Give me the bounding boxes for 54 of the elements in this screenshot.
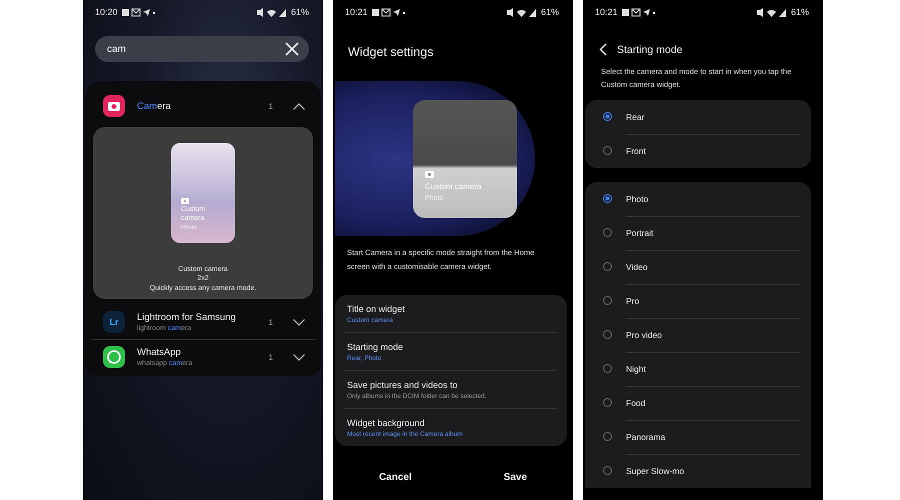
radio-button[interactable] [603, 432, 612, 442]
setting-title: Title on widget [347, 304, 406, 314]
radio-button[interactable] [603, 466, 612, 476]
radio-button[interactable] [603, 398, 612, 408]
status-icons-drawing [256, 8, 287, 16]
notification-icons-drawing [622, 8, 656, 16]
app-name: WhatsApp [137, 347, 182, 358]
back-icon[interactable] [599, 43, 607, 56]
cancel-button[interactable]: Cancel [368, 468, 422, 487]
screen-title: Starting mode [617, 44, 682, 56]
widget-count: 1 [268, 352, 273, 362]
radio-button[interactable] [603, 228, 612, 238]
camera-icon [425, 170, 434, 178]
expand-chevron-icon[interactable] [293, 354, 305, 361]
battery-level: 61% [290, 7, 309, 17]
collapse-chevron-icon[interactable] [293, 102, 305, 110]
app-result-item[interactable]: Camera 1 [91, 89, 315, 123]
radio-button[interactable] [603, 146, 612, 156]
camera-icon [181, 198, 189, 204]
save-button[interactable]: Save [494, 468, 538, 487]
radio-button[interactable] [603, 112, 612, 122]
status-time: 10:20 [95, 7, 118, 17]
status-icons-drawing [506, 8, 537, 16]
status-time: 10:21 [595, 7, 618, 17]
battery-level: 61% [790, 7, 809, 17]
battery-level: 61% [540, 7, 559, 17]
radio-button[interactable] [603, 330, 612, 340]
status-icons-drawing [756, 8, 787, 16]
radio-button[interactable] [603, 262, 612, 272]
camera-app-icon [103, 95, 125, 117]
app-name: Lightroom for Samsung [137, 312, 237, 324]
app-name: Camera [137, 100, 172, 112]
setting-title: Save pictures and videos to [347, 380, 459, 390]
option-label: Rear [626, 110, 646, 124]
notification-icons-drawing [122, 8, 156, 16]
close-icon[interactable] [285, 42, 299, 56]
radio-option[interactable]: Photo [603, 182, 801, 216]
status-time: 10:21 [345, 7, 368, 17]
widget-title: Custom camera [425, 182, 482, 190]
option-label: Photo [626, 192, 650, 206]
expand-chevron-icon[interactable] [293, 318, 305, 326]
widget-count: 1 [268, 102, 273, 110]
radio-button[interactable] [603, 364, 612, 374]
radio-button[interactable] [603, 296, 612, 306]
search-field[interactable]: cam [95, 36, 309, 62]
setting-title: Starting mode [347, 342, 404, 352]
notification-icons-drawing [372, 8, 406, 16]
screen-title: Widget settings [347, 44, 434, 59]
radio-option[interactable]: Rear [603, 100, 801, 134]
setting-title: Widget background [347, 418, 426, 428]
widget-count: 1 [268, 318, 273, 327]
radio-button[interactable] [603, 194, 612, 204]
chat-app-icon [103, 346, 125, 368]
lightroom-app-icon: Lr [103, 311, 125, 334]
